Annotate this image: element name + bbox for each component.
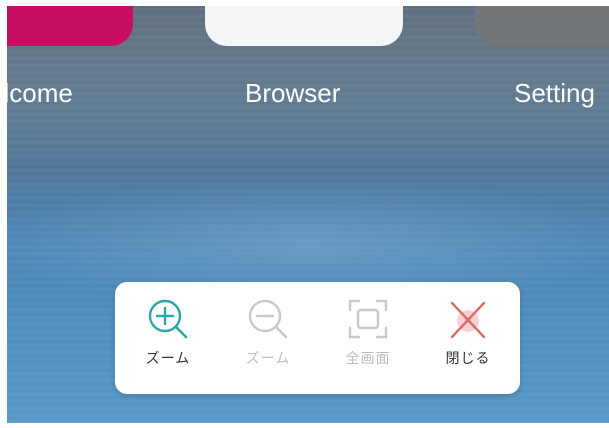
fullscreen-label: 全画面 [345, 351, 391, 367]
zoom-out-button[interactable]: ズーム [218, 296, 318, 386]
fullscreen-button[interactable]: 全画面 [318, 296, 418, 386]
app-tile-settings[interactable] [475, 6, 609, 46]
close-button[interactable]: 閉じる [418, 296, 518, 386]
fullscreen-icon [348, 299, 388, 339]
app-label-welcome[interactable]: elcome [7, 78, 73, 109]
zoom-out-icon [248, 299, 288, 339]
app-label-settings[interactable]: Setting [514, 78, 595, 109]
wallpaper-glow [7, 176, 609, 296]
zoom-toolbar: ズーム ズーム 全画面 閉じる [115, 282, 520, 394]
zoom-in-label: ズーム [145, 351, 191, 367]
close-label: 閉じる [445, 351, 491, 367]
close-icon [450, 301, 486, 339]
zoom-in-button[interactable]: ズーム [118, 296, 218, 386]
app-tile-welcome[interactable] [7, 6, 133, 46]
app-tile-browser[interactable] [205, 6, 403, 46]
zoom-in-icon [148, 299, 188, 339]
zoom-out-label: ズーム [245, 351, 291, 367]
app-label-browser[interactable]: Browser [245, 78, 340, 109]
